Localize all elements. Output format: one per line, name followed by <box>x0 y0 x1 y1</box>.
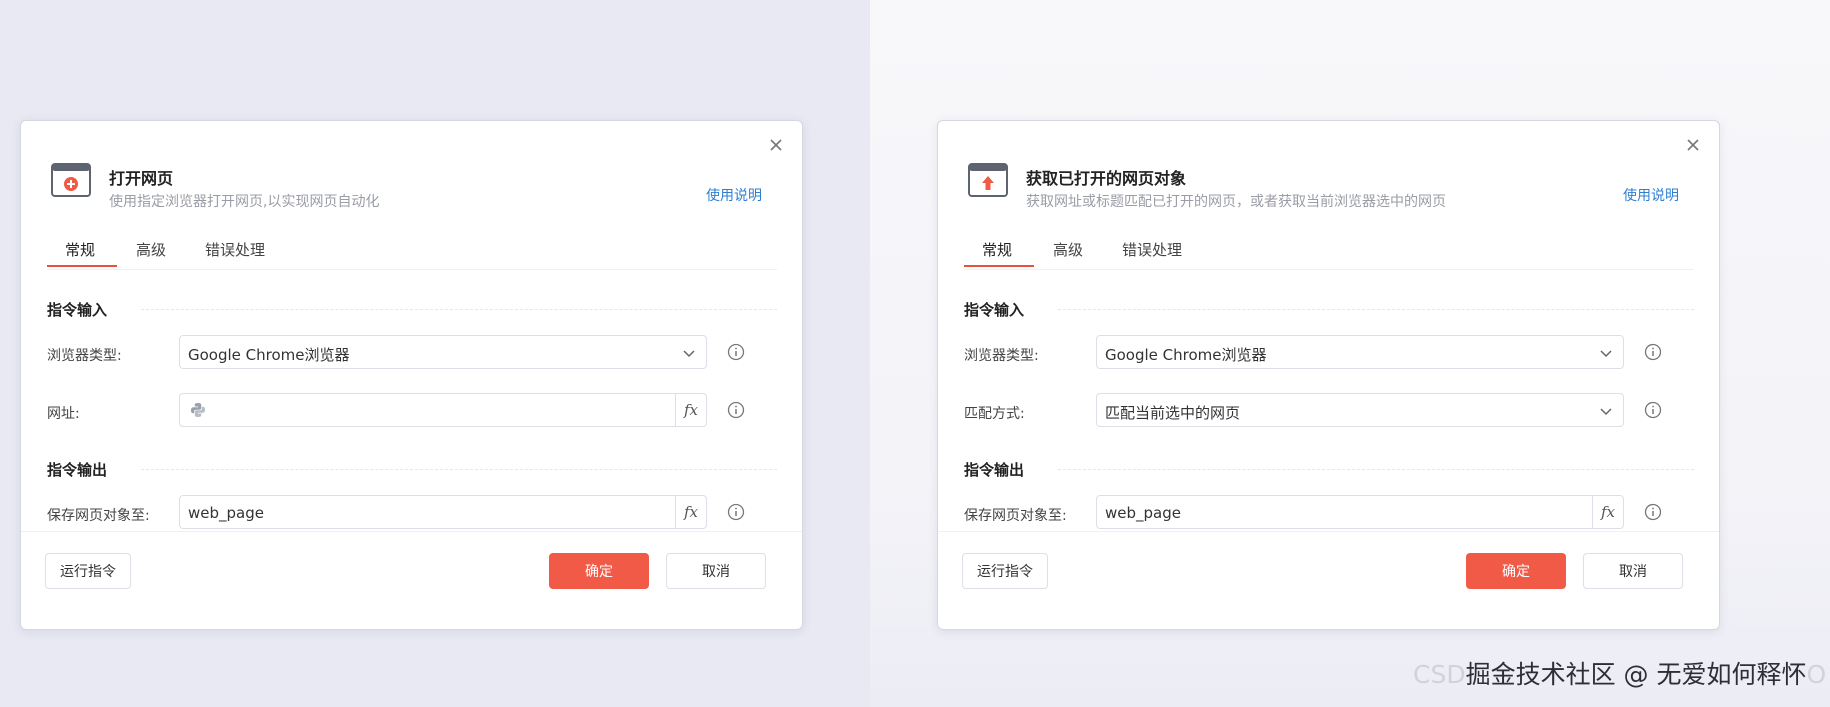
footer-divider <box>938 531 1719 532</box>
save-object-label: 保存网页对象至: <box>47 508 150 524</box>
run-command-button[interactable]: 运行指令 <box>45 553 131 589</box>
info-circle-icon[interactable] <box>727 401 745 419</box>
chevron-down-icon <box>682 345 696 359</box>
close-icon[interactable] <box>1683 135 1703 155</box>
footer-divider <box>21 531 802 532</box>
browser-open-icon <box>51 163 91 197</box>
match-mode-value: 匹配当前选中的网页 <box>1105 404 1241 422</box>
cancel-button[interactable]: 取消 <box>666 553 766 589</box>
watermark-tail: O <box>1806 660 1827 689</box>
get-opened-webpage-dialog: 获取已打开的网页对象 获取网址或标题匹配已打开的网页，或者获取当前浏览器选中的网… <box>937 120 1720 630</box>
section-output: 指令输出 <box>964 461 1025 479</box>
section-output: 指令输出 <box>47 461 108 479</box>
dialog-subtitle: 使用指定浏览器打开网页,以实现网页自动化 <box>109 194 380 210</box>
browser-type-select[interactable]: Google Chrome浏览器 <box>179 335 707 369</box>
match-mode-label: 匹配方式: <box>964 406 1025 422</box>
dialog-title: 打开网页 <box>109 169 174 188</box>
active-tab-underline <box>47 265 117 267</box>
divider <box>1058 309 1694 310</box>
chevron-down-icon <box>1599 345 1613 359</box>
save-object-value: web_page <box>1105 504 1181 522</box>
browser-type-label: 浏览器类型: <box>47 348 122 364</box>
save-object-input[interactable]: web_page fx <box>179 495 707 529</box>
tab-error-handling[interactable]: 错误处理 <box>205 239 265 267</box>
tab-advanced[interactable]: 高级 <box>1053 239 1083 267</box>
confirm-button[interactable]: 确定 <box>1466 553 1566 589</box>
url-input[interactable]: fx <box>179 393 707 427</box>
section-input: 指令输入 <box>964 301 1025 319</box>
info-circle-icon[interactable] <box>1644 401 1662 419</box>
close-icon[interactable] <box>766 135 786 155</box>
cancel-button[interactable]: 取消 <box>1583 553 1683 589</box>
browser-upload-icon <box>968 163 1008 197</box>
browser-type-value: Google Chrome浏览器 <box>188 346 350 364</box>
match-mode-select[interactable]: 匹配当前选中的网页 <box>1096 393 1624 427</box>
tab-general[interactable]: 常规 <box>982 239 1012 267</box>
tab-advanced[interactable]: 高级 <box>136 239 166 267</box>
dialog-subtitle: 获取网址或标题匹配已打开的网页，或者获取当前浏览器选中的网页 <box>1026 194 1446 210</box>
info-circle-icon[interactable] <box>727 503 745 521</box>
divider <box>141 309 777 310</box>
python-icon <box>190 402 206 418</box>
active-tab-underline <box>964 265 1034 267</box>
confirm-button[interactable]: 确定 <box>549 553 649 589</box>
url-label: 网址: <box>47 406 80 422</box>
dialog-title: 获取已打开的网页对象 <box>1026 169 1187 188</box>
open-webpage-dialog: 打开网页 使用指定浏览器打开网页,以实现网页自动化 使用说明 常规 高级 错误处… <box>20 120 803 630</box>
tab-error-handling[interactable]: 错误处理 <box>1122 239 1182 267</box>
divider <box>141 469 777 470</box>
info-circle-icon[interactable] <box>1644 343 1662 361</box>
info-circle-icon[interactable] <box>1644 503 1662 521</box>
save-object-value: web_page <box>188 504 264 522</box>
watermark-faded: CSD <box>1413 660 1466 689</box>
browser-type-select[interactable]: Google Chrome浏览器 <box>1096 335 1624 369</box>
section-input: 指令输入 <box>47 301 108 319</box>
watermark: CSD掘金技术社区 @ 无爱如何释怀O <box>1413 655 1826 691</box>
save-object-input[interactable]: web_page fx <box>1096 495 1624 529</box>
fx-button[interactable]: fx <box>675 496 706 528</box>
help-link[interactable]: 使用说明 <box>706 185 762 205</box>
watermark-text: 掘金技术社区 @ 无爱如何释怀 <box>1465 660 1807 689</box>
tab-bar: 常规 高级 错误处理 <box>964 239 1694 270</box>
run-command-button[interactable]: 运行指令 <box>962 553 1048 589</box>
fx-button[interactable]: fx <box>1592 496 1623 528</box>
save-object-label: 保存网页对象至: <box>964 508 1067 524</box>
info-circle-icon[interactable] <box>727 343 745 361</box>
fx-button[interactable]: fx <box>675 394 706 426</box>
chevron-down-icon <box>1599 403 1613 417</box>
help-link[interactable]: 使用说明 <box>1623 185 1679 205</box>
tab-bar: 常规 高级 错误处理 <box>47 239 777 270</box>
browser-type-label: 浏览器类型: <box>964 348 1039 364</box>
divider <box>1058 469 1694 470</box>
tab-general[interactable]: 常规 <box>65 239 95 267</box>
browser-type-value: Google Chrome浏览器 <box>1105 346 1267 364</box>
